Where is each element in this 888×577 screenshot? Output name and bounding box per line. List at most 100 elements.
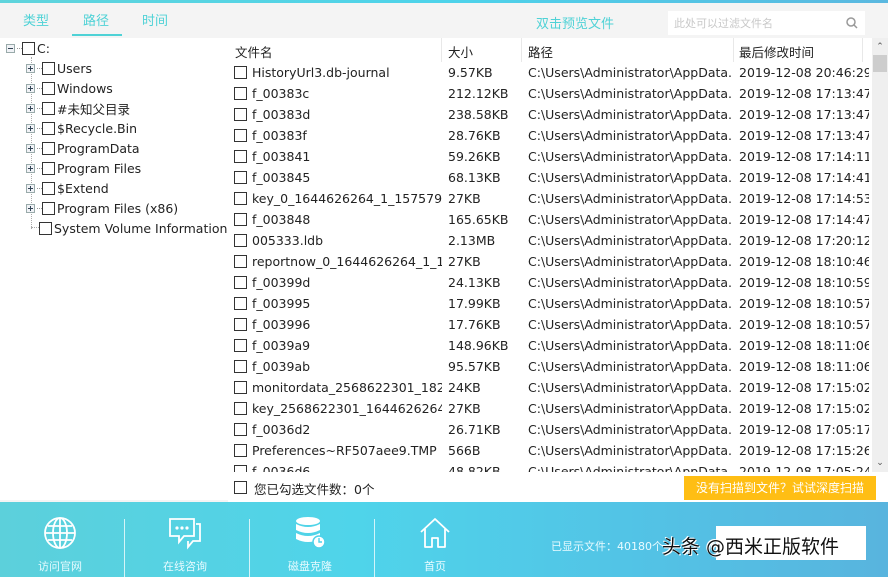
tree-item-unknown-parent[interactable]: #未知父目录 <box>26 98 130 118</box>
tree-checkbox[interactable] <box>42 161 55 175</box>
tree-checkbox[interactable] <box>42 121 55 135</box>
table-row[interactable]: f_003841 59.26KB C:\Users\Administrator\Ap… <box>228 146 872 167</box>
file-path: C:\Users\Administrator\AppData... <box>528 149 733 164</box>
table-row[interactable]: key_0_1644626264_1_1575796... 27KB C:\User… <box>228 188 872 209</box>
selected-count: 您已勾选文件数：0个 <box>254 482 375 497</box>
table-row[interactable]: f_00399d 24.13KB C:\Users\Administrator\Ap… <box>228 272 872 293</box>
select-all-checkbox[interactable] <box>234 481 247 494</box>
table-row[interactable]: f_003996 17.76KB C:\Users\Administrator\Ap… <box>228 314 872 335</box>
table-row[interactable]: HistoryUrl3.db-journal 9.57KB C:\Users\Adm… <box>228 62 872 83</box>
footer-divider <box>124 519 125 577</box>
tree-item-program-files[interactable]: Program Files <box>26 158 141 178</box>
tree-item-windows[interactable]: Windows <box>26 78 113 98</box>
tree-root[interactable]: C: <box>6 38 50 58</box>
row-checkbox[interactable] <box>234 318 247 331</box>
filter-input[interactable] <box>674 14 844 32</box>
table-row[interactable]: f_003995 17.99KB C:\Users\Administrator\Ap… <box>228 293 872 314</box>
tree-item-users[interactable]: Users <box>26 58 92 78</box>
expand-icon[interactable] <box>26 123 35 133</box>
online-consult-button[interactable]: 在线咨询 <box>135 502 235 577</box>
table-row[interactable]: monitordata_2568622301_18238 24KB C:\Users… <box>228 377 872 398</box>
table-row[interactable]: f_00383f 28.76KB C:\Users\Administrator\Ap… <box>228 125 872 146</box>
scroll-up-icon[interactable]: ⌃ <box>872 40 888 54</box>
tree-item-system-volume-information[interactable]: System Volume Information <box>39 218 227 238</box>
home-button[interactable]: 首页 <box>385 502 485 577</box>
row-checkbox[interactable] <box>234 171 247 184</box>
row-checkbox[interactable] <box>234 297 247 310</box>
expand-icon[interactable] <box>26 203 35 213</box>
table-row[interactable]: f_0039ab 95.57KB C:\Users\Administrator\Ap… <box>228 356 872 377</box>
table-row[interactable]: 005333.ldb 2.13MB C:\Users\Administrator\A… <box>228 230 872 251</box>
row-checkbox[interactable] <box>234 381 247 394</box>
column-header-filename[interactable]: 文件名 <box>235 42 273 61</box>
row-checkbox[interactable] <box>234 423 247 436</box>
deep-scan-button[interactable]: 没有扫描到文件？试试深度扫描 <box>684 476 876 500</box>
row-checkbox[interactable] <box>234 234 247 247</box>
tree-checkbox[interactable] <box>42 101 55 115</box>
expand-icon[interactable] <box>26 143 35 153</box>
row-checkbox[interactable] <box>234 444 247 457</box>
row-checkbox[interactable] <box>234 192 247 205</box>
table-row[interactable]: Preferences~RF507aee9.TMP 566B C:\Users\Ad… <box>228 440 872 461</box>
row-checkbox[interactable] <box>234 108 247 121</box>
tree-checkbox[interactable] <box>42 141 55 155</box>
column-divider[interactable] <box>733 38 734 62</box>
table-row[interactable]: key_2568622301_1644626264_... 27KB C:\User… <box>228 398 872 419</box>
tree-checkbox[interactable] <box>42 181 55 195</box>
file-name: monitordata_2568622301_18238 <box>252 380 442 395</box>
row-checkbox[interactable] <box>234 465 247 472</box>
table-row[interactable]: f_003845 68.13KB C:\Users\Administrator\Ap… <box>228 167 872 188</box>
visit-website-button[interactable]: 访问官网 <box>10 502 110 577</box>
column-header-size[interactable]: 大小 <box>448 42 473 61</box>
row-checkbox[interactable] <box>234 276 247 289</box>
tree-item-recycle-bin[interactable]: $Recycle.Bin <box>26 118 137 138</box>
scrollbar-thumb[interactable] <box>873 55 887 72</box>
tree-checkbox[interactable] <box>42 61 55 75</box>
table-row[interactable]: f_00383d 238.58KB C:\Users\Administrator\A… <box>228 104 872 125</box>
column-divider[interactable] <box>441 38 442 62</box>
column-header-path[interactable]: 路径 <box>528 42 553 61</box>
row-checkbox[interactable] <box>234 213 247 226</box>
file-name: key_2568622301_1644626264_... <box>252 401 442 416</box>
tab-path[interactable]: 路径 <box>71 10 123 36</box>
row-checkbox[interactable] <box>234 360 247 373</box>
row-checkbox[interactable] <box>234 255 247 268</box>
tree-checkbox[interactable] <box>42 81 55 95</box>
row-checkbox[interactable] <box>234 129 247 142</box>
column-divider[interactable] <box>862 38 863 62</box>
table-row[interactable]: f_00383c 212.12KB C:\Users\Administrator\A… <box>228 83 872 104</box>
file-size: 212.12KB <box>448 86 509 101</box>
tab-type[interactable]: 类型 <box>23 10 49 29</box>
tree-item-program-files-x86[interactable]: Program Files (x86) <box>26 198 178 218</box>
tree-checkbox[interactable] <box>42 201 55 215</box>
tree-item-extend[interactable]: $Extend <box>26 178 109 198</box>
collapse-icon[interactable] <box>6 43 15 53</box>
expand-icon[interactable] <box>26 103 35 113</box>
row-checkbox[interactable] <box>234 150 247 163</box>
column-header-modified-time[interactable]: 最后修改时间 <box>739 42 814 61</box>
tree-item-programdata[interactable]: ProgramData <box>26 138 140 158</box>
expand-icon[interactable] <box>26 63 35 73</box>
disk-clone-button[interactable]: 磁盘克隆 <box>260 502 360 577</box>
vertical-scrollbar[interactable]: ⌃ ⌄ <box>872 38 888 472</box>
table-row[interactable]: f_0039a9 148.96KB C:\Users\Administrator\A… <box>228 335 872 356</box>
table-row[interactable]: f_0036d6 48.82KB C:\Users\Administrator\Ap… <box>228 461 872 472</box>
search-icon[interactable] <box>845 16 859 30</box>
expand-icon[interactable] <box>26 163 35 173</box>
tree-checkbox[interactable] <box>22 41 35 55</box>
scroll-down-icon[interactable]: ⌄ <box>872 456 888 470</box>
table-row[interactable]: f_003848 165.65KB C:\Users\Administrator\A… <box>228 209 872 230</box>
expand-icon[interactable] <box>26 183 35 193</box>
tree-checkbox[interactable] <box>39 221 52 235</box>
filter-search-box[interactable] <box>668 11 865 35</box>
expand-icon[interactable] <box>26 83 35 93</box>
row-checkbox[interactable] <box>234 87 247 100</box>
file-modified-time: 2019-12-08 17:14:53 <box>739 191 869 206</box>
table-row[interactable]: f_0036d2 26.71KB C:\Users\Administrator\Ap… <box>228 419 872 440</box>
table-row[interactable]: reportnow_0_1644626264_1_15... 27KB C:\Use… <box>228 251 872 272</box>
row-checkbox[interactable] <box>234 66 247 79</box>
column-divider[interactable] <box>521 38 522 62</box>
row-checkbox[interactable] <box>234 339 247 352</box>
row-checkbox[interactable] <box>234 402 247 415</box>
tab-time[interactable]: 时间 <box>142 10 168 29</box>
